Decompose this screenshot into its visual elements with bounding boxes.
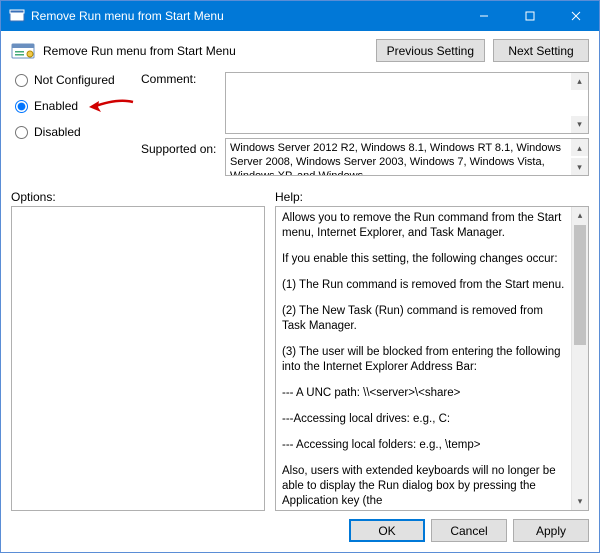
scroll-up-icon[interactable]: ▴ — [571, 139, 588, 156]
window-title: Remove Run menu from Start Menu — [31, 9, 461, 23]
dialog-buttons: OK Cancel Apply — [1, 511, 599, 552]
policy-window-icon — [9, 8, 25, 24]
help-scrollbar[interactable]: ▴ ▾ — [571, 207, 588, 510]
scroll-up-icon[interactable]: ▴ — [571, 73, 588, 90]
config-area: Not Configured Enabled Disabled Comment:… — [1, 68, 599, 180]
help-text: (2) The New Task (Run) command is remove… — [282, 304, 565, 334]
help-text: Allows you to remove the Run command fro… — [282, 211, 565, 241]
state-radios: Not Configured Enabled Disabled — [15, 72, 137, 140]
supported-value: Windows Server 2012 R2, Windows 8.1, Win… — [230, 142, 561, 176]
help-text: If you enable this setting, the followin… — [282, 252, 565, 267]
radio-disabled-input[interactable] — [15, 126, 28, 139]
help-label: Help: — [275, 190, 589, 204]
help-text: --- A UNC path: \\<server>\<share> — [282, 386, 565, 401]
help-text: (3) The user will be blocked from enteri… — [282, 345, 565, 375]
help-pane: Allows you to remove the Run command fro… — [275, 206, 589, 511]
radio-not-configured-input[interactable] — [15, 74, 28, 87]
radio-disabled[interactable]: Disabled — [15, 124, 137, 140]
scroll-down-icon[interactable]: ▾ — [572, 493, 588, 510]
titlebar: Remove Run menu from Start Menu — [1, 1, 599, 31]
scroll-up-icon[interactable]: ▴ — [572, 207, 588, 224]
radio-not-configured-label: Not Configured — [34, 73, 115, 87]
supported-label: Supported on: — [141, 138, 221, 156]
radio-disabled-label: Disabled — [34, 125, 81, 139]
close-button[interactable] — [553, 1, 599, 31]
comment-label: Comment: — [141, 72, 221, 86]
help-content: Allows you to remove the Run command fro… — [276, 207, 571, 510]
radio-enabled[interactable]: Enabled — [15, 98, 137, 114]
options-label: Options: — [11, 190, 275, 204]
ok-button[interactable]: OK — [349, 519, 425, 542]
help-text: Also, users with extended keyboards will… — [282, 464, 565, 509]
minimize-button[interactable] — [461, 1, 507, 31]
help-text: --- Accessing local folders: e.g., \temp… — [282, 438, 565, 453]
scroll-thumb[interactable] — [574, 225, 586, 345]
pane-labels: Options: Help: — [1, 180, 599, 206]
apply-button[interactable]: Apply — [513, 519, 589, 542]
radio-enabled-input[interactable] — [15, 100, 28, 113]
next-setting-button[interactable]: Next Setting — [493, 39, 589, 62]
maximize-button[interactable] — [507, 1, 553, 31]
help-text: ---Accessing local drives: e.g., C: — [282, 412, 565, 427]
panes: Allows you to remove the Run command fro… — [1, 206, 599, 511]
comment-field[interactable]: ▴ ▾ — [225, 72, 589, 134]
cancel-button[interactable]: Cancel — [431, 519, 507, 542]
radio-not-configured[interactable]: Not Configured — [15, 72, 137, 88]
scroll-down-icon[interactable]: ▾ — [571, 116, 588, 133]
radio-enabled-label: Enabled — [34, 99, 78, 113]
previous-setting-button[interactable]: Previous Setting — [376, 39, 485, 62]
supported-field: Windows Server 2012 R2, Windows 8.1, Win… — [225, 138, 589, 176]
help-text: (1) The Run command is removed from the … — [282, 278, 565, 293]
header: Remove Run menu from Start Menu Previous… — [1, 31, 599, 68]
policy-title: Remove Run menu from Start Menu — [43, 44, 368, 58]
options-pane — [11, 206, 265, 511]
policy-icon — [11, 41, 35, 61]
scroll-down-icon[interactable]: ▾ — [571, 158, 588, 175]
